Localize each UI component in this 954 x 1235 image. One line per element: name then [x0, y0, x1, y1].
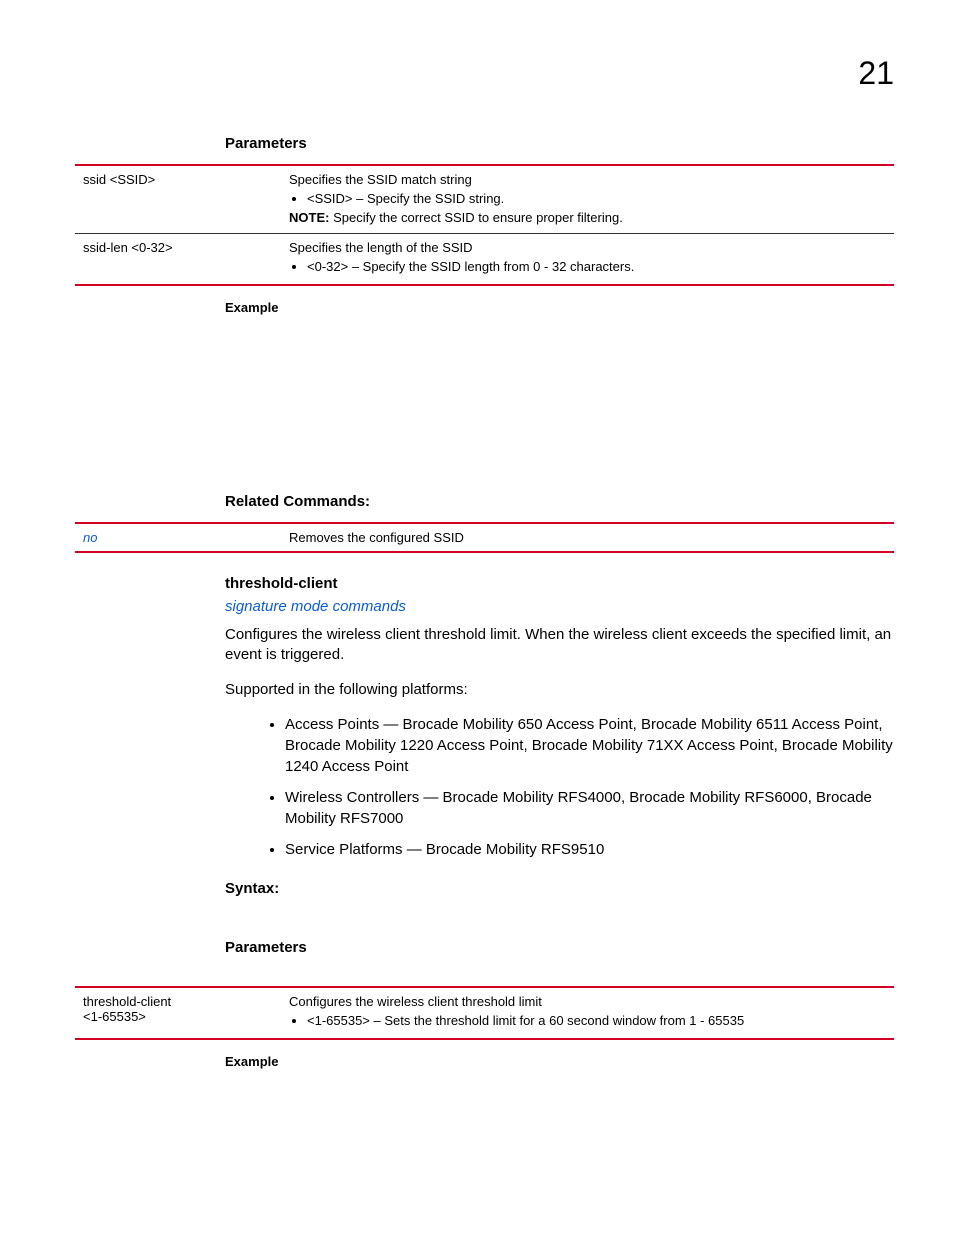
related-desc: Removes the configured SSID: [281, 523, 894, 552]
page-number: 21: [858, 55, 894, 92]
platforms-list: Access Points — Brocade Mobility 650 Acc…: [225, 714, 894, 860]
list-item: Wireless Controllers — Brocade Mobility …: [285, 787, 894, 829]
table-row: ssid-len <0-32> Specifies the length of …: [75, 234, 894, 286]
param-lead: Configures the wireless client threshold…: [289, 994, 886, 1009]
param-key: ssid <SSID>: [75, 165, 281, 234]
parameters-table-2: threshold-client <1-65535> Configures th…: [75, 986, 894, 1040]
param-lead: Specifies the length of the SSID: [289, 240, 886, 255]
param-desc-cell: Configures the wireless client threshold…: [281, 987, 894, 1039]
param-bullet: <SSID> – Specify the SSID string.: [307, 191, 886, 206]
table-row: threshold-client <1-65535> Configures th…: [75, 987, 894, 1039]
example-heading-2: Example: [225, 1054, 894, 1069]
supported-lead: Supported in the following platforms:: [225, 680, 894, 700]
param-bullets: <0-32> – Specify the SSID length from 0 …: [307, 259, 886, 274]
param-key-line1: threshold-client: [83, 994, 273, 1009]
signature-mode-link[interactable]: signature mode commands: [225, 598, 894, 615]
param-bullet: <0-32> – Specify the SSID length from 0 …: [307, 259, 886, 274]
related-commands-heading: Related Commands:: [225, 493, 894, 510]
param-lead: Specifies the SSID match string: [289, 172, 886, 187]
syntax-heading: Syntax:: [225, 880, 894, 897]
param-note: NOTE: Specify the correct SSID to ensure…: [289, 210, 886, 225]
param-key: threshold-client <1-65535>: [75, 987, 281, 1039]
param-key-line2: <1-65535>: [83, 1009, 273, 1024]
list-item: Service Platforms — Brocade Mobility RFS…: [285, 839, 894, 860]
list-item: Access Points — Brocade Mobility 650 Acc…: [285, 714, 894, 777]
param-desc-cell: Specifies the SSID match string <SSID> –…: [281, 165, 894, 234]
param-bullets: <1-65535> – Sets the threshold limit for…: [307, 1013, 886, 1028]
note-text: Specify the correct SSID to ensure prope…: [329, 210, 622, 225]
parameters-heading-2: Parameters: [225, 939, 894, 956]
example-heading-1: Example: [225, 300, 894, 315]
param-desc-cell: Specifies the length of the SSID <0-32> …: [281, 234, 894, 286]
related-commands-table: no Removes the configured SSID: [75, 522, 894, 553]
parameters-heading-1: Parameters: [225, 135, 894, 152]
table-row: ssid <SSID> Specifies the SSID match str…: [75, 165, 894, 234]
page: 21 Parameters ssid <SSID> Specifies the …: [0, 0, 954, 1235]
threshold-client-title: threshold-client: [225, 575, 894, 592]
param-bullet: <1-65535> – Sets the threshold limit for…: [307, 1013, 886, 1028]
param-key: ssid-len <0-32>: [75, 234, 281, 286]
param-bullets: <SSID> – Specify the SSID string.: [307, 191, 886, 206]
content-area: Parameters ssid <SSID> Specifies the SSI…: [225, 55, 894, 1069]
note-label: NOTE:: [289, 210, 329, 225]
threshold-desc: Configures the wireless client threshold…: [225, 625, 894, 666]
table-row: no Removes the configured SSID: [75, 523, 894, 552]
parameters-table-1: ssid <SSID> Specifies the SSID match str…: [75, 164, 894, 286]
related-key: no: [75, 523, 281, 552]
